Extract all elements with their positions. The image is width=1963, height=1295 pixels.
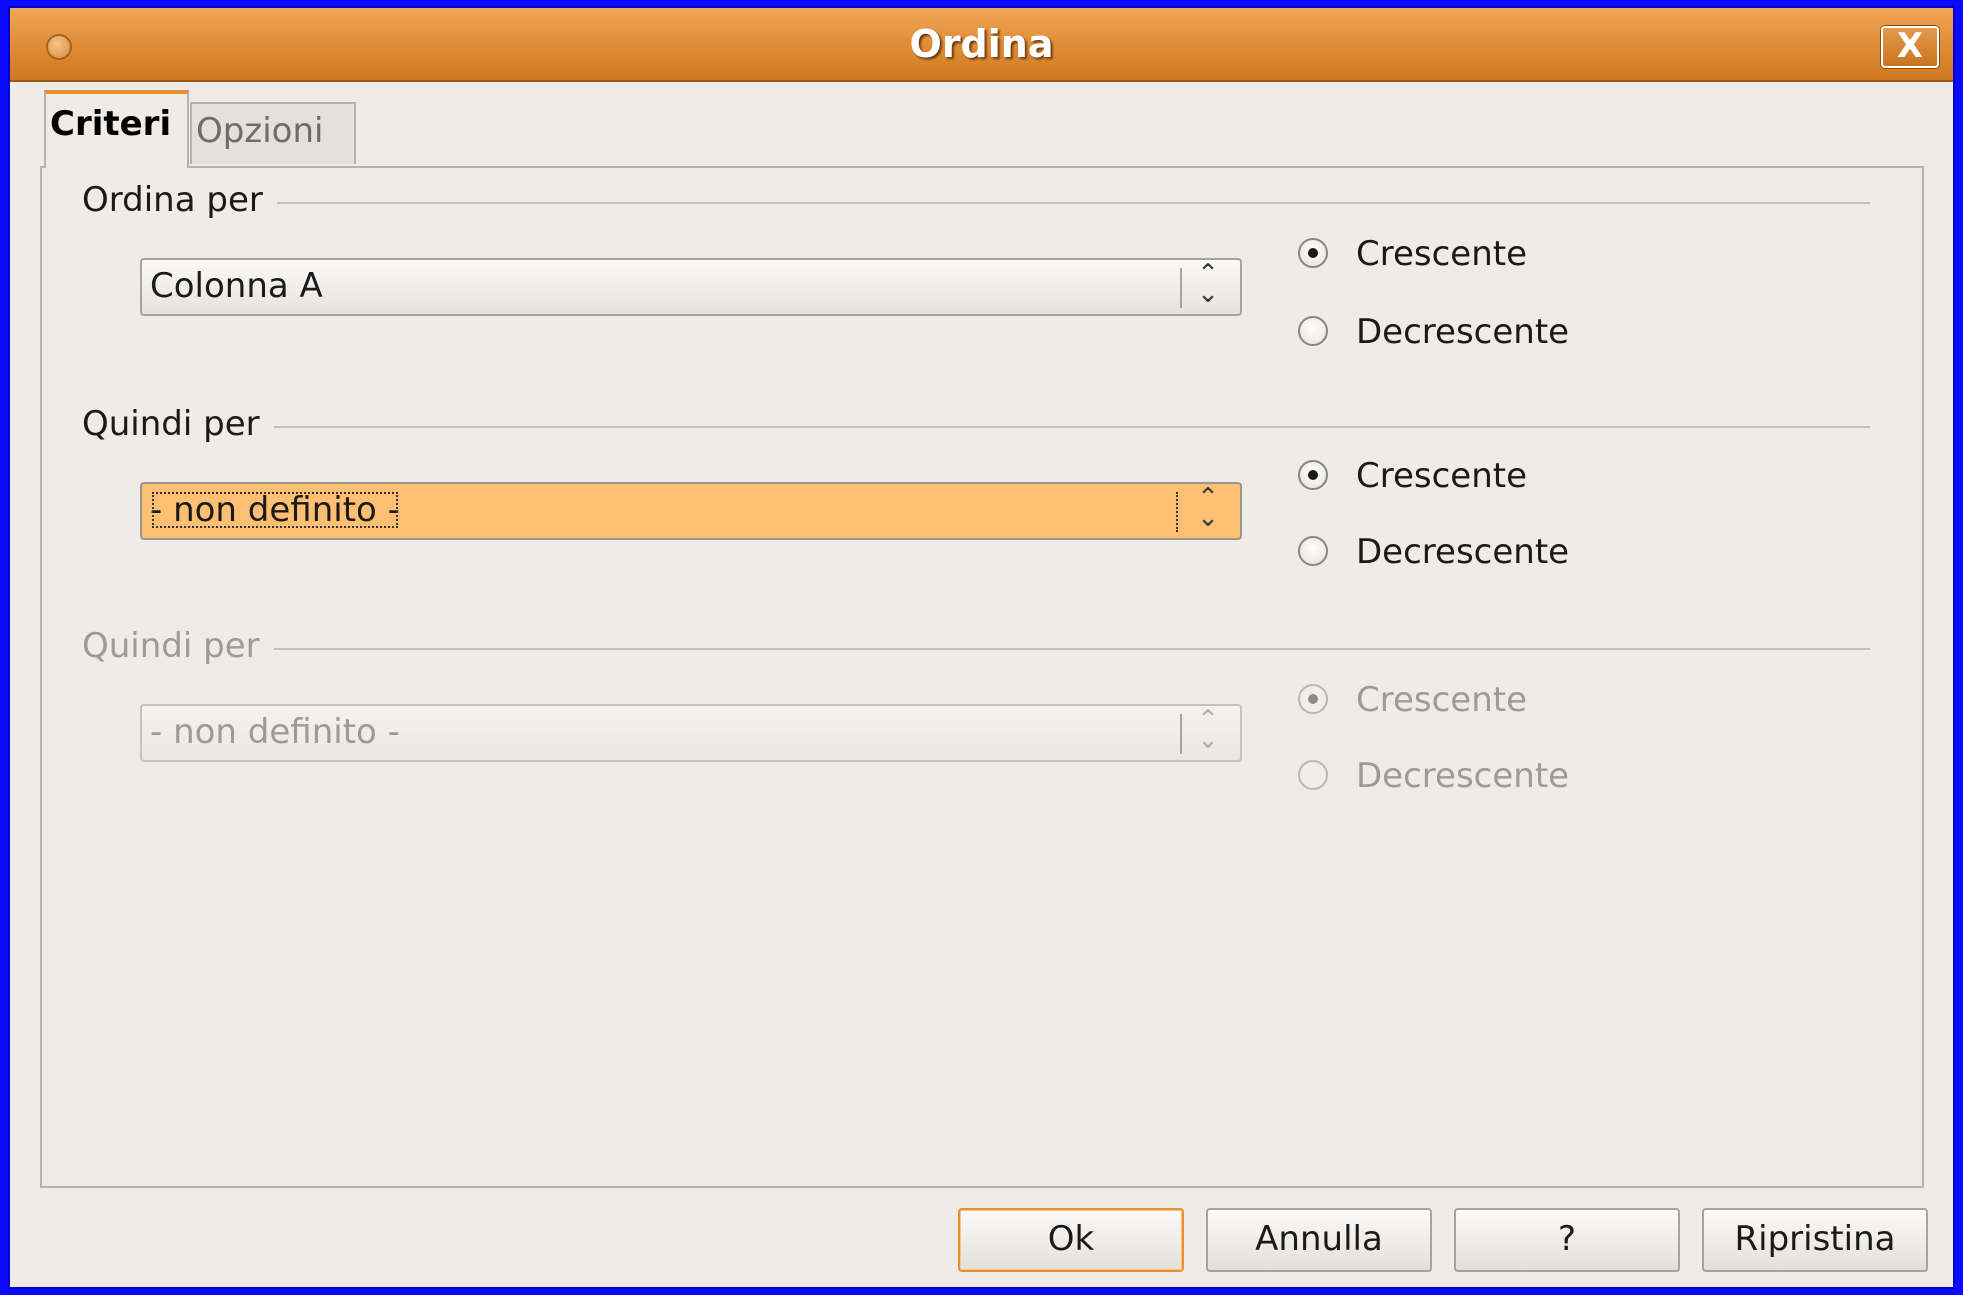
cancel-button[interactable]: Annulla — [1206, 1208, 1432, 1272]
ok-button[interactable]: Ok — [958, 1208, 1184, 1272]
combo-separator — [1180, 268, 1182, 308]
sort-key-2-combo[interactable]: - non definito - ⌃ ⌄ — [140, 482, 1242, 540]
sort-key-3-label: Quindi per — [82, 626, 274, 666]
radio-label: Decrescente — [1356, 756, 1570, 796]
radio-circle-icon — [1298, 460, 1328, 490]
radio-circle-icon — [1298, 316, 1328, 346]
radio-circle-icon — [1298, 536, 1328, 566]
sort-key-2-value: - non definito - — [150, 490, 400, 530]
window-title: Ordina — [909, 22, 1054, 66]
radio-label: Crescente — [1356, 234, 1528, 274]
help-button[interactable]: ? — [1454, 1208, 1680, 1272]
sort-key-1-combo[interactable]: Colonna A ⌃ ⌄ — [140, 258, 1242, 316]
combo-separator — [1180, 714, 1182, 754]
reset-button[interactable]: Ripristina — [1702, 1208, 1928, 1272]
radio-circle-icon — [1298, 760, 1328, 790]
sort-key-3-combo: - non definito - ⌃ ⌄ — [140, 704, 1242, 762]
group-separator — [82, 426, 1870, 428]
sort-key-3-value: - non definito - — [150, 712, 400, 752]
radio-label: Decrescente — [1356, 532, 1570, 572]
group-separator — [82, 202, 1870, 204]
spin-arrows-icon: ⌃ ⌄ — [1197, 483, 1219, 533]
tab-opzioni[interactable]: Opzioni — [190, 102, 356, 164]
sort-key-2-label: Quindi per — [82, 404, 274, 444]
sort-dialog: Ordina X Criteri Opzioni Ordina per Colo… — [8, 6, 1955, 1289]
close-button[interactable]: X — [1881, 26, 1939, 68]
combo-separator — [1176, 492, 1178, 532]
radio-label: Decrescente — [1356, 312, 1570, 352]
spin-arrows-icon: ⌃ ⌄ — [1197, 705, 1219, 755]
criteria-panel: Ordina per Colonna A ⌃ ⌄ Crescente Decres… — [40, 166, 1924, 1188]
radio-label: Crescente — [1356, 456, 1528, 496]
sort-key-1-label: Ordina per — [82, 180, 277, 220]
tab-criteri[interactable]: Criteri — [44, 90, 189, 168]
radio-circle-icon — [1298, 684, 1328, 714]
radio-circle-icon — [1298, 238, 1328, 268]
radio-label: Crescente — [1356, 680, 1528, 720]
title-bar[interactable]: Ordina X — [10, 8, 1953, 82]
group-separator — [82, 648, 1870, 650]
sort-key-1-value: Colonna A — [150, 266, 323, 306]
spin-arrows-icon: ⌃ ⌄ — [1197, 259, 1219, 309]
